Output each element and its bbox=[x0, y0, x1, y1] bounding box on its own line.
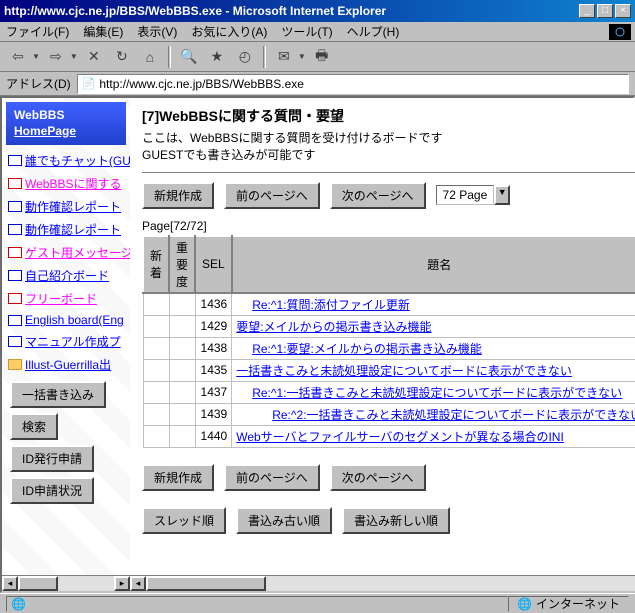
globe-icon: 🌐 bbox=[517, 597, 532, 611]
home-button[interactable]: ⌂ bbox=[138, 46, 162, 68]
back-button[interactable]: ⇦ bbox=[6, 46, 30, 68]
ie-status-icon: 🌐 bbox=[11, 597, 26, 611]
table-row: 1436Re:^1:質問:添付ファイル更新ma bbox=[143, 293, 635, 316]
ie-logo-icon bbox=[609, 24, 631, 40]
minimize-button[interactable]: _ bbox=[579, 4, 595, 18]
board-icon bbox=[8, 247, 22, 258]
mail-button[interactable]: ✉ bbox=[272, 46, 296, 68]
menu-favorites[interactable]: お気に入り(A) bbox=[191, 23, 267, 40]
post-link[interactable]: 一括書きこみと未読処理設定についてボードに表示ができない bbox=[236, 364, 572, 378]
history-button[interactable]: ◴ bbox=[233, 46, 257, 68]
address-input[interactable]: 📄 http://www.cjc.ne.jp/BBS/WebBBS.exe bbox=[77, 74, 629, 94]
post-link[interactable]: Webサーバとファイルサーバのセグメントが異なる場合のINI bbox=[236, 430, 564, 444]
new-button-2[interactable]: 新規作成 bbox=[142, 464, 214, 491]
board-icon bbox=[8, 336, 22, 347]
board-icon bbox=[8, 315, 22, 326]
chevron-down-icon[interactable]: ▼ bbox=[494, 185, 510, 205]
search-button-sidebar[interactable]: 検索 bbox=[10, 413, 58, 440]
oldest-order-button[interactable]: 書込み古い順 bbox=[236, 507, 332, 534]
board-icon bbox=[8, 270, 22, 281]
col-sel[interactable]: SEL bbox=[195, 236, 232, 293]
thread-order-button[interactable]: スレッド順 bbox=[142, 507, 226, 534]
col-priority[interactable]: 重要度 bbox=[169, 236, 195, 293]
board-icon bbox=[8, 293, 22, 304]
table-row: 1439Re:^2:一括書きこみと未読処理設定についてボードに表示ができない bbox=[143, 403, 635, 425]
newest-order-button[interactable]: 書込み新しい順 bbox=[342, 507, 450, 534]
desc-line1: ここは、WebBBSに関する質問を受け付けるボードです bbox=[142, 130, 635, 147]
folder-icon bbox=[8, 359, 22, 370]
table-row: 1438Re:^1:要望:メイルからの掲示書き込み機能ma bbox=[143, 337, 635, 359]
menu-edit[interactable]: 編集(E) bbox=[83, 23, 123, 40]
print-button[interactable]: 🖶 bbox=[310, 46, 334, 68]
maximize-button[interactable]: □ bbox=[597, 4, 613, 18]
new-button[interactable]: 新規作成 bbox=[142, 182, 214, 209]
forward-button[interactable]: ⇨ bbox=[44, 46, 68, 68]
board-icon bbox=[8, 155, 22, 166]
address-url: http://www.cjc.ne.jp/BBS/WebBBS.exe bbox=[99, 77, 304, 91]
sidebar-item-7[interactable]: English board(Eng bbox=[2, 310, 130, 330]
favorites-button[interactable]: ★ bbox=[205, 46, 229, 68]
status-left: 🌐 bbox=[6, 596, 508, 612]
menu-tools[interactable]: ツール(T) bbox=[281, 23, 332, 40]
status-zone: 🌐 インターネット bbox=[508, 596, 629, 612]
menu-view[interactable]: 表示(V) bbox=[137, 23, 177, 40]
desc-line2: GUESTでも書き込みが可能です bbox=[142, 147, 635, 164]
id-apply-button[interactable]: ID発行申請 bbox=[10, 445, 94, 472]
id-status-button[interactable]: ID申請状況 bbox=[10, 477, 94, 504]
sidebar-item-0[interactable]: 誰でもチャット(GU bbox=[2, 149, 130, 172]
sidebar-item-1[interactable]: WebBBSに関する bbox=[2, 172, 130, 195]
menu-help[interactable]: ヘルプ(H) bbox=[347, 23, 400, 40]
col-new[interactable]: 新着 bbox=[143, 236, 169, 293]
table-row: 1440Webサーバとファイルサーバのセグメントが異なる場合のINIGU bbox=[143, 425, 635, 447]
page-select[interactable]: 72 Page ▼ bbox=[436, 185, 511, 205]
sidebar-item-2[interactable]: 動作確認レポート bbox=[2, 195, 130, 218]
table-row: 1435一括書きこみと未読処理設定についてボードに表示ができないGU bbox=[143, 359, 635, 381]
page-title: [7]WebBBSに関する質問・要望 bbox=[142, 106, 635, 126]
table-row: 1437Re:^1:一括書きこみと未読処理設定についてボードに表示ができない bbox=[143, 381, 635, 403]
main-scrollbar-h[interactable]: ◂▸ bbox=[130, 575, 635, 591]
post-link[interactable]: Re:^1:要望:メイルからの掲示書き込み機能 bbox=[252, 342, 482, 356]
menu-file[interactable]: ファイル(F) bbox=[6, 23, 69, 40]
search-button[interactable]: 🔍 bbox=[177, 46, 201, 68]
refresh-button[interactable]: ↻ bbox=[110, 46, 134, 68]
prev-page-button-2[interactable]: 前のページへ bbox=[224, 464, 320, 491]
next-page-button[interactable]: 次のページへ bbox=[330, 182, 426, 209]
close-button[interactable]: × bbox=[615, 4, 631, 18]
sidebar-item-9[interactable]: Illust-Guerrilla出 bbox=[2, 353, 130, 376]
sidebar-item-8[interactable]: マニュアル作成プ bbox=[2, 330, 130, 353]
post-link[interactable]: Re:^1:一括書きこみと未読処理設定についてボードに表示ができない bbox=[252, 386, 622, 400]
sidebar-scrollbar[interactable]: ◂▸ bbox=[2, 575, 130, 591]
sidebar-item-3[interactable]: 動作確認レポート bbox=[2, 218, 130, 241]
prev-page-button[interactable]: 前のページへ bbox=[224, 182, 320, 209]
window-title: http://www.cjc.ne.jp/BBS/WebBBS.exe - Mi… bbox=[4, 4, 579, 18]
sidebar-item-5[interactable]: 自己紹介ボード bbox=[2, 264, 130, 287]
sidebar-item-6[interactable]: フリーボード bbox=[2, 287, 130, 310]
post-link[interactable]: Re:^1:質問:添付ファイル更新 bbox=[252, 298, 410, 312]
page-indicator: Page[72/72] bbox=[142, 219, 635, 233]
post-link[interactable]: Re:^2:一括書きこみと未読処理設定についてボードに表示ができない bbox=[272, 408, 635, 422]
board-icon bbox=[8, 178, 22, 189]
board-icon bbox=[8, 201, 22, 212]
sidebar-header[interactable]: WebBBS HomePage bbox=[6, 102, 126, 145]
posts-table: 新着 重要度 SEL 題名 1436Re:^1:質問:添付ファイル更新ma142… bbox=[142, 235, 635, 448]
stop-button[interactable]: ✕ bbox=[82, 46, 106, 68]
next-page-button-2[interactable]: 次のページへ bbox=[330, 464, 426, 491]
sidebar-item-4[interactable]: ゲスト用メッセージ bbox=[2, 241, 130, 264]
bulk-write-button[interactable]: 一括書き込み bbox=[10, 381, 106, 408]
table-row: 1429要望:メイルからの掲示書き込み機能Ta bbox=[143, 315, 635, 337]
address-label: アドレス(D) bbox=[6, 75, 71, 92]
page-icon: 📄 bbox=[82, 77, 96, 90]
post-link[interactable]: 要望:メイルからの掲示書き込み機能 bbox=[236, 320, 431, 334]
col-title[interactable]: 題名 bbox=[232, 236, 635, 293]
board-icon bbox=[8, 224, 22, 235]
